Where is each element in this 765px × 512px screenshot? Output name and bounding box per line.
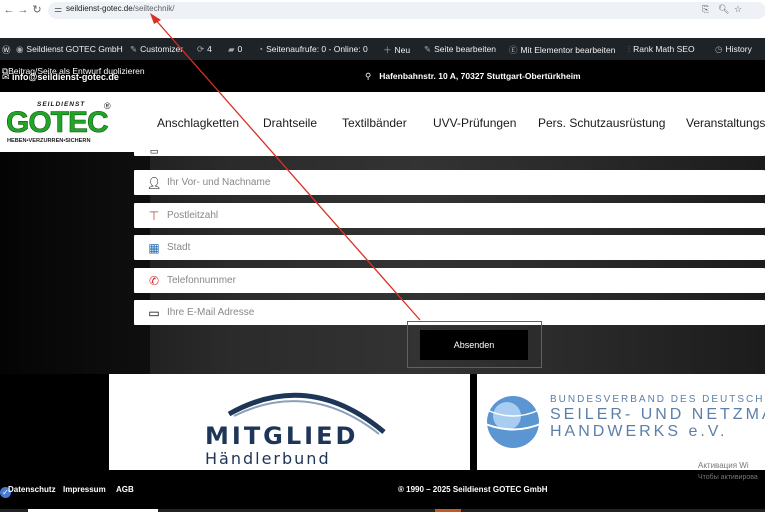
bookmarks-area [0, 22, 765, 38]
city-field-placeholder: Stadt [167, 242, 191, 253]
partial-field[interactable]: ▭ [134, 145, 765, 156]
wp-logo-icon[interactable]: Ⓦ [2, 44, 11, 56]
translate-icon[interactable]: ⎘ [702, 4, 709, 15]
email-text: info@seildienst-gotec.de [12, 72, 119, 82]
footer-impressum[interactable]: Impressum [63, 485, 106, 494]
nav-drahtseile[interactable]: Drahtseile [263, 116, 317, 130]
admin-site-name[interactable]: ◉ Seildienst GOTEC GmbH [16, 44, 123, 55]
admin-site-name-label: Seildienst GOTEC GmbH [26, 44, 123, 54]
history-icon: ◷ [715, 44, 723, 54]
admin-updates[interactable]: ⟳ 4 [197, 44, 212, 55]
hero-shadow [0, 152, 150, 374]
logo-tagline: HEBEN•VERZURREN•SICHERN [7, 138, 90, 144]
zoom-icon[interactable]: 🔍︎ [718, 4, 729, 15]
updates-icon: ⟳ [197, 44, 205, 54]
zip-field[interactable]: ⊤ Postleitzahl [134, 203, 765, 228]
globe-rope-icon [480, 396, 546, 448]
reload-icon[interactable]: ↻ [30, 3, 44, 17]
nav-textilbaender[interactable]: Textilbänder [342, 116, 407, 130]
site-info-icon[interactable]: ⚌ [54, 4, 62, 15]
dashboard-icon: ◉ [16, 44, 24, 54]
logo-brand: GOTEC [6, 106, 108, 139]
admin-comments-count: 0 [237, 44, 243, 54]
name-field[interactable]: 👤︎ Ihr Vor- und Nachname [134, 170, 765, 195]
haendlerbund-text: Händlerbund [205, 449, 331, 468]
admin-new-label: Neu [394, 45, 411, 55]
arrow-left-icon[interactable]: ← [2, 3, 16, 17]
name-field-placeholder: Ihr Vor- und Nachname [167, 177, 271, 188]
bookmark-star-icon[interactable]: ☆ [734, 4, 742, 15]
nav-schutzausruestung[interactable]: Pers. Schutzausrüstung [538, 116, 665, 130]
url-domain: seildienst-gotec.de [66, 4, 133, 13]
nav-anschlagketten[interactable]: Anschlagketten [157, 116, 239, 130]
signpost-icon: ⊤ [148, 209, 160, 223]
plus-icon: ＋ [383, 45, 392, 55]
partial-field-icon: ▭ [149, 146, 159, 156]
admin-edit-page-label: Seite bearbeiten [434, 44, 497, 54]
admin-rankmath-label: Rank Math SEO [633, 44, 695, 54]
admin-history[interactable]: ◷ History [715, 44, 752, 55]
map-pin-icon: ⚲ [365, 71, 372, 81]
wp-admin-bar: Ⓦ ◉ Seildienst GOTEC GmbH ✎ Customizer ⟳ 4 … [0, 38, 765, 60]
logo-registered: ® [104, 101, 111, 111]
admin-edit-page[interactable]: ✎ Seite bearbeiten [424, 44, 496, 55]
envelope-icon: ✉ [2, 72, 13, 82]
mitglied-text: MITGLIED [205, 422, 359, 450]
admin-new[interactable]: ＋ Neu [383, 44, 410, 56]
admin-elementor-label: Mit Elementor bearbeiten [520, 45, 616, 55]
envelope-icon: ▭ [148, 306, 160, 320]
chart-pie-icon: ◔ [258, 44, 264, 54]
phone-icon: ✆ [148, 274, 160, 288]
phone-field[interactable]: ✆ Telefonnummer [134, 268, 765, 293]
nav-veranstaltung[interactable]: Veranstaltungst [686, 116, 765, 130]
footer-copyright: ® 1990 – 2025 Seildienst GOTEC GmbH [398, 485, 548, 494]
site-footer [0, 470, 765, 512]
admin-customizer-label: Customizer [140, 44, 184, 54]
person-icon: 👤︎ [146, 176, 162, 190]
admin-elementor[interactable]: Ⓔ Mit Elementor bearbeiten [509, 44, 615, 56]
zip-field-placeholder: Postleitzahl [167, 210, 219, 221]
activation-watermark-title: Активация Wi [698, 461, 749, 470]
phone-field-placeholder: Telefonnummer [167, 275, 236, 286]
url-text[interactable]: seildienst-gotec.de/seiltechnik/ [66, 4, 175, 13]
address: ⚲ Hafenbahnstr. 10 A, 70327 Stuttgart-Obe… [365, 71, 581, 82]
building-icon: ▦ [148, 241, 160, 255]
admin-page-views[interactable]: ◔ Seitenaufrufe: 0 - Online: 0 [258, 44, 368, 54]
footer-agb[interactable]: AGB [116, 485, 134, 494]
admin-page-views-label: Seitenaufrufe: 0 - Online: 0 [266, 44, 368, 54]
elementor-icon: Ⓔ [509, 45, 518, 55]
pencil-icon: ✎ [424, 44, 432, 54]
nav-uvv-pruefungen[interactable]: UVV-Prüfungen [433, 116, 516, 130]
address-text: Hafenbahnstr. 10 A, 70327 Stuttgart-Ober… [379, 71, 581, 81]
email-link[interactable]: ✉ info@seildienst-gotec.de [2, 72, 119, 83]
admin-rankmath[interactable]: ⫶ Rank Math SEO [628, 44, 695, 55]
url-path: /seiltechnik/ [132, 4, 175, 13]
bundesverband-line2: SEILER- UND NETZMA [550, 406, 765, 423]
admin-history-label: History [725, 44, 752, 54]
arrow-right-icon[interactable]: → [16, 3, 30, 17]
site-logo[interactable]: SEILDIENST GOTEC ® HEBEN•VERZURREN•SICHE… [6, 99, 116, 145]
rankmath-icon: ⫶ [628, 44, 631, 54]
brush-icon: ✎ [130, 44, 138, 54]
city-field[interactable]: ▦ Stadt [134, 235, 765, 260]
admin-customizer[interactable]: ✎ Customizer [130, 44, 183, 55]
admin-updates-count: 4 [207, 44, 212, 54]
footer-datenschutz[interactable]: Datenschutz [8, 485, 56, 494]
activation-watermark-text: Чтобы активирова [698, 474, 758, 481]
bundesverband-logo[interactable]: BUNDESVERBAND DES DEUTSCHEN SEILER- UND … [477, 374, 765, 470]
email-field-placeholder: Ihre E-Mail Adresse [167, 307, 255, 318]
bundesverband-line1: BUNDESVERBAND DES DEUTSCHEN [550, 394, 765, 405]
comment-icon: ▰ [228, 44, 235, 54]
admin-comments[interactable]: ▰ 0 [228, 44, 242, 55]
haendlerbund-logo[interactable]: MITGLIED Händlerbund [109, 374, 470, 470]
bundesverband-line3: HANDWERKS e.V. [550, 423, 728, 440]
highlight-box [407, 321, 542, 368]
